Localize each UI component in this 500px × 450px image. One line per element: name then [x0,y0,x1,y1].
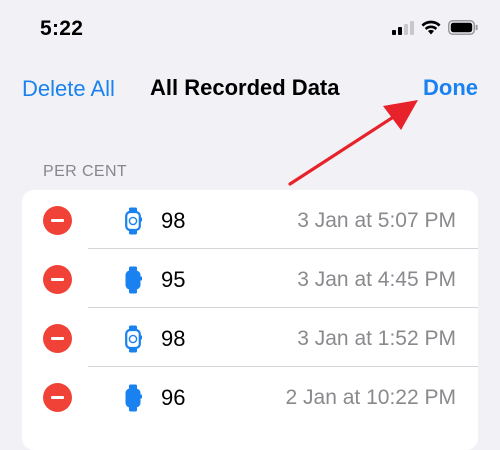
record-timestamp: 3 Jan at 5:07 PM [297,209,456,232]
list-item: 98 3 Jan at 5:07 PM [22,190,478,249]
cellular-signal-icon [392,20,414,35]
battery-icon [448,20,478,35]
delete-all-button[interactable]: Delete All [22,76,115,102]
delete-row-button[interactable] [43,324,72,353]
watch-filled-icon [125,266,142,294]
list-item: 95 3 Jan at 4:45 PM [22,249,478,308]
nav-bar: Delete All All Recorded Data Done [0,66,500,110]
record-timestamp: 3 Jan at 4:45 PM [297,268,456,291]
watch-filled-icon [125,384,142,412]
status-bar: 5:22 [0,0,500,62]
delete-row-button[interactable] [43,265,72,294]
record-timestamp: 2 Jan at 10:22 PM [285,386,456,409]
record-value: 96 [161,385,186,410]
status-icons [392,20,478,35]
delete-row-button[interactable] [43,383,72,412]
delete-row-button[interactable] [43,206,72,235]
list-item: 96 2 Jan at 10:22 PM [22,367,478,426]
record-value: 98 [161,208,186,233]
page-title: All Recorded Data [150,75,340,100]
record-value: 98 [161,326,186,351]
done-button[interactable]: Done [423,75,478,101]
section-header: PER CENT [43,163,128,180]
watch-outline-icon [125,325,142,353]
record-value: 95 [161,267,186,292]
wifi-icon [421,20,441,35]
list-item: 98 3 Jan at 1:52 PM [22,308,478,367]
watch-outline-icon [125,207,142,235]
records-list: 98 3 Jan at 5:07 PM 95 3 Jan at 4:45 PM … [22,190,478,450]
status-time: 5:22 [40,17,84,40]
record-timestamp: 3 Jan at 1:52 PM [297,327,456,350]
